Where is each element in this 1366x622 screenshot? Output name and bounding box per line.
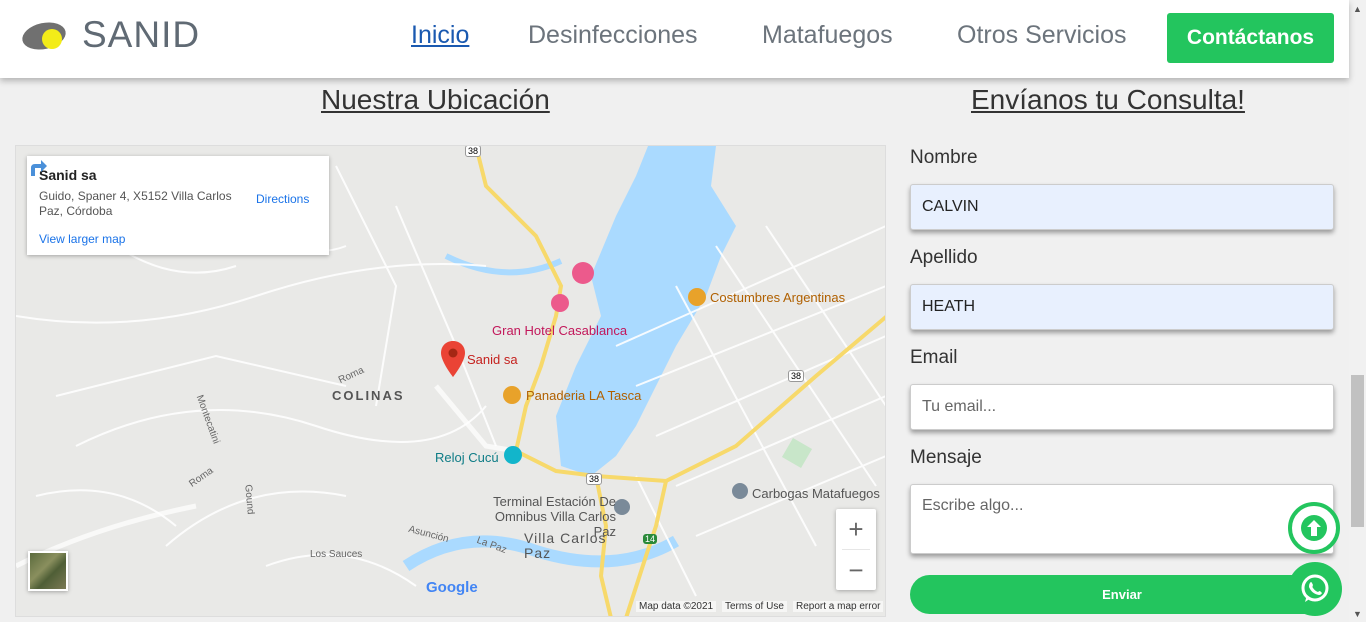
route-shield: 14 [643,534,658,544]
camera-poi-icon[interactable] [504,446,522,464]
label-sanid: Sanid sa [467,352,518,367]
directions-link[interactable]: Directions [256,192,309,206]
apellido-label: Apellido [910,247,978,268]
label-los-sauces: Los Sauces [310,549,363,560]
label-villa-carlos-paz: Villa Carlos Paz [524,530,607,561]
zoom-control: + − [836,509,876,590]
label-carbogas: Carbogas Matafuegos [752,486,880,501]
label-costumbres: Costumbres Argentinas [710,290,846,305]
carbogas-poi-icon[interactable] [732,483,748,499]
zoom-in-button[interactable]: + [836,509,876,549]
nav-matafuegos[interactable]: Matafuegos [762,21,893,50]
whatsapp-button[interactable] [1288,562,1342,616]
location-title: Nuestra Ubicación [321,84,550,115]
place-address: Guido, Spaner 4, X5152 Villa Carlos Paz,… [39,189,232,218]
report-map-error-link[interactable]: Report a map error [793,601,884,612]
google-map[interactable]: Sanid sa Guido, Spaner 4, X5152 Villa Ca… [15,145,886,617]
zoom-out-button[interactable]: − [836,550,876,590]
mensaje-label: Mensaje [910,447,982,468]
terms-link[interactable]: Terms of Use [722,601,787,612]
route-shield: 38 [465,146,482,157]
scroll-top-button[interactable] [1288,502,1340,554]
terminal-poi-icon[interactable] [614,499,630,515]
restaurant-poi-icon[interactable] [503,386,521,404]
label-reloj: Reloj Cucú [435,450,499,465]
lake-shape [556,146,736,476]
logo-text: SANID [82,14,201,55]
scrollbar-thumb[interactable] [1351,375,1364,527]
cafe-poi-icon[interactable] [688,288,706,306]
navbar: SANID Inicio Desinfecciones Matafuegos O… [0,0,1349,78]
email-label: Email [910,347,958,368]
contact-button[interactable]: Contáctanos [1167,13,1334,63]
email-input[interactable] [910,384,1334,430]
whatsapp-icon [1301,574,1329,602]
nav-otros-servicios[interactable]: Otros Servicios [957,21,1126,50]
map-data-text: Map data ©2021 [636,601,717,612]
logo-mark-icon [19,17,69,54]
nombre-label: Nombre [910,147,978,168]
route-shield: 38 [586,473,603,485]
google-logo: Google [426,579,478,596]
hotel-poi-icon[interactable] [551,294,569,312]
nombre-input[interactable] [910,184,1334,230]
label-colinas: COLINAS [332,388,405,403]
view-larger-map-link[interactable]: View larger map [39,232,125,246]
directions-icon[interactable] [27,156,49,178]
scrollbar-track[interactable] [1349,0,1366,622]
mensaje-textarea[interactable] [910,484,1334,554]
heart-poi-icon[interactable] [572,262,594,284]
location-pin-icon[interactable] [440,340,466,378]
label-gran-hotel: Gran Hotel Casablanca [492,323,628,338]
scroll-up-arrow-icon[interactable]: ▲ [1349,0,1366,17]
send-button[interactable]: Enviar [910,575,1334,614]
apellido-input[interactable] [910,284,1334,330]
nav-desinfecciones[interactable]: Desinfecciones [528,21,698,50]
form-title: Envíanos tu Consulta! [971,84,1245,115]
scroll-down-arrow-icon[interactable]: ▼ [1349,605,1366,622]
label-panaderia: Panaderia LA Tasca [526,388,642,403]
place-info-card: Sanid sa Guido, Spaner 4, X5152 Villa Ca… [27,156,329,255]
route-shield: 38 [788,370,805,382]
nav-inicio[interactable]: Inicio [411,21,469,50]
logo[interactable]: SANID [19,14,201,56]
satellite-toggle[interactable] [28,551,68,591]
arrow-up-icon [1301,515,1327,541]
